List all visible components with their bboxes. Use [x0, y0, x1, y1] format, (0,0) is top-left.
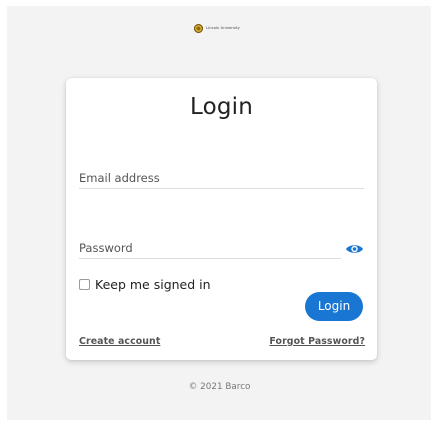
keep-signed-in-checkbox-row[interactable]: Keep me signed in — [79, 277, 211, 292]
eye-icon — [346, 245, 363, 253]
password-underline — [79, 258, 341, 259]
create-account-link[interactable]: Create account — [79, 336, 160, 347]
email-underline — [79, 188, 364, 189]
forgot-password-link[interactable]: Forgot Password? — [269, 336, 365, 347]
login-card: Login Email address Password Keep me sig… — [66, 78, 377, 360]
page-title: Login — [189, 94, 254, 120]
email-label: Email address — [79, 171, 160, 185]
logo: Lincoln University — [194, 24, 240, 33]
keep-signed-in-checkbox[interactable] — [79, 279, 90, 290]
login-button[interactable]: Login — [305, 292, 363, 321]
footer-copyright: © 2021 Barco — [188, 382, 251, 392]
keep-signed-in-label: Keep me signed in — [95, 277, 211, 292]
page-background: Lincoln University Login Email address P… — [7, 6, 431, 420]
show-password-button[interactable] — [345, 241, 364, 255]
logo-text: Lincoln University — [206, 25, 240, 30]
password-label: Password — [79, 241, 133, 255]
university-seal-icon — [194, 24, 203, 33]
password-field[interactable]: Password — [79, 241, 341, 259]
email-field[interactable]: Email address — [79, 171, 364, 189]
